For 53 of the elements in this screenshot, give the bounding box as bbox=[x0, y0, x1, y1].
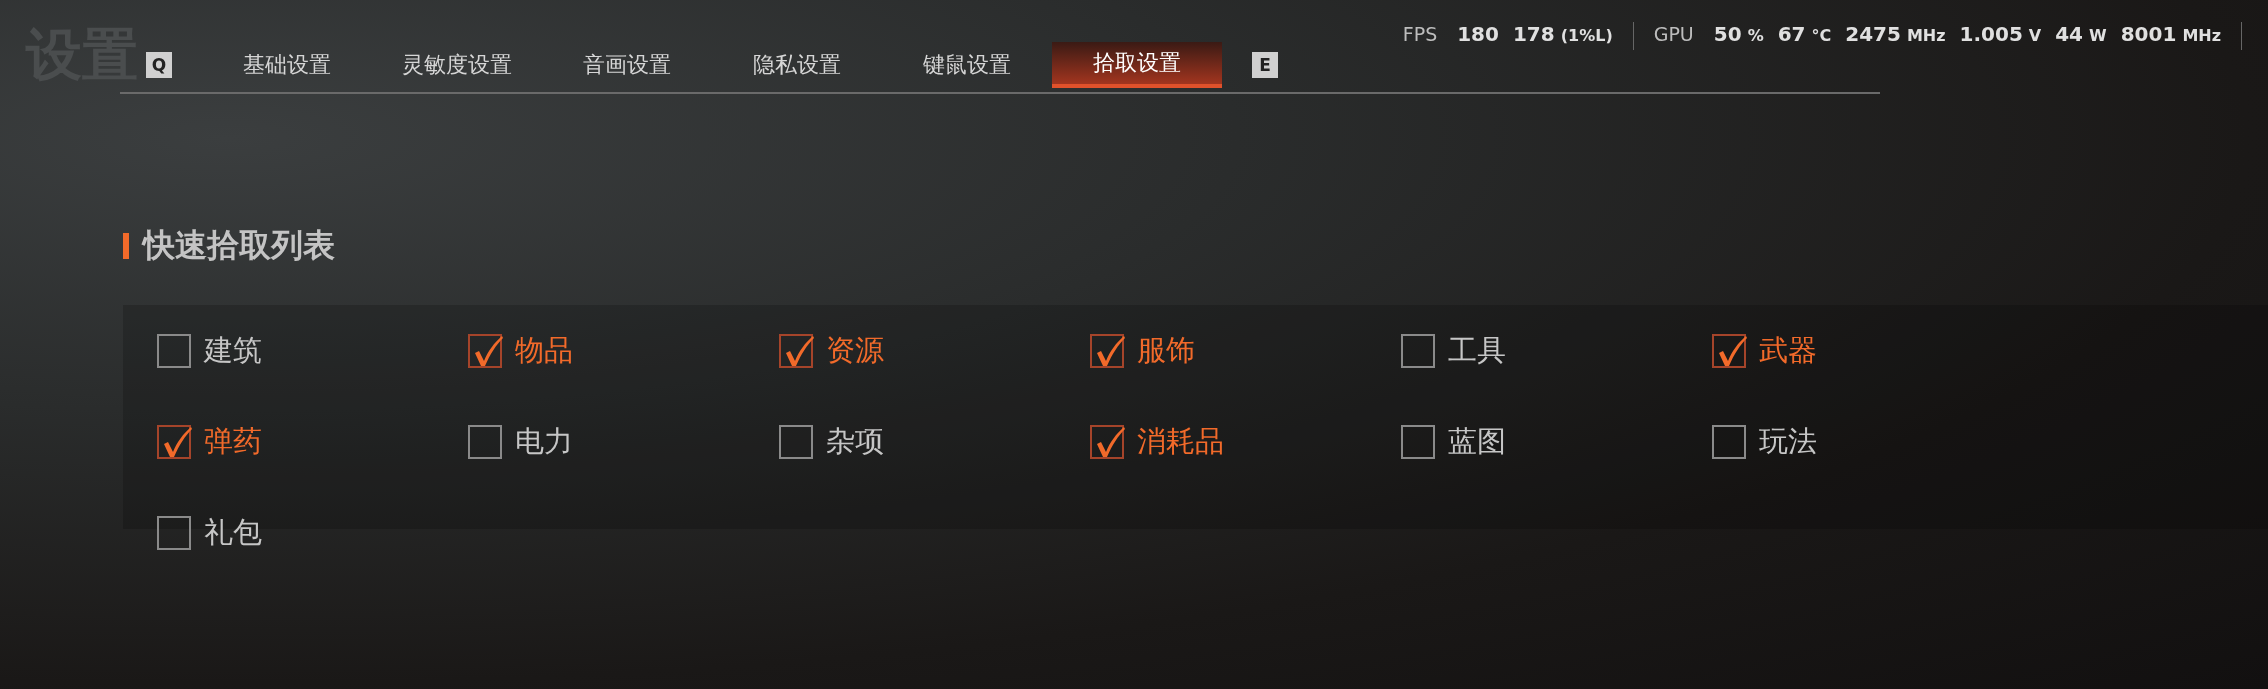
checkbox-label: 工具 bbox=[1448, 332, 1506, 369]
gpu-unit: °C bbox=[1811, 26, 1832, 45]
checkbox-label: 物品 bbox=[515, 332, 573, 369]
gpu-unit: MHz bbox=[2182, 26, 2221, 45]
checkbox[interactable] bbox=[468, 334, 502, 368]
fps-value: 178 bbox=[1512, 22, 1555, 46]
checkbox[interactable] bbox=[157, 425, 191, 459]
gpu-value: 50 bbox=[1713, 22, 1742, 46]
gpu-value: 2475 bbox=[1845, 22, 1901, 46]
tab[interactable]: 音画设置 bbox=[542, 42, 712, 88]
gpu-value: 1.005 bbox=[1959, 22, 2023, 46]
checkbox[interactable] bbox=[1401, 334, 1435, 368]
key-hint: E bbox=[1252, 52, 1278, 78]
checkbox[interactable] bbox=[1090, 334, 1124, 368]
tab[interactable]: 隐私设置 bbox=[712, 42, 882, 88]
checkbox-label: 武器 bbox=[1759, 332, 1817, 369]
checkbox[interactable] bbox=[1712, 334, 1746, 368]
gpu-value: 44 bbox=[2055, 22, 2084, 46]
checkbox-label: 资源 bbox=[826, 332, 884, 369]
checkbox[interactable] bbox=[779, 425, 813, 459]
checkbox[interactable] bbox=[1090, 425, 1124, 459]
gpu-label: GPU bbox=[1653, 23, 1694, 45]
tab[interactable]: 键鼠设置 bbox=[882, 42, 1052, 88]
gpu-value: 8001 bbox=[2120, 22, 2177, 46]
gpu-value: 67 bbox=[1777, 22, 1806, 46]
gpu-unit: MHz bbox=[1906, 26, 1946, 45]
checkbox-label: 玩法 bbox=[1759, 423, 1817, 460]
checkbox[interactable] bbox=[1401, 425, 1435, 459]
key-hint: Q bbox=[146, 52, 172, 78]
checkbox[interactable] bbox=[1712, 425, 1746, 459]
checkbox[interactable] bbox=[157, 334, 191, 368]
tab[interactable]: 基础设置 bbox=[202, 42, 372, 88]
checkbox-label: 服饰 bbox=[1137, 332, 1195, 369]
heading-bar bbox=[123, 233, 129, 259]
tab[interactable]: 灵敏度设置 bbox=[372, 42, 542, 88]
fps-label: FPS bbox=[1402, 23, 1438, 45]
gpu-unit: W bbox=[2089, 26, 2107, 45]
tab[interactable]: 拾取设置 bbox=[1052, 42, 1222, 88]
fps-note: (1%L) bbox=[1560, 26, 1613, 45]
checkbox-label: 礼包 bbox=[204, 514, 262, 551]
checkbox[interactable] bbox=[468, 425, 502, 459]
checkbox-label: 杂项 bbox=[826, 423, 884, 460]
checkbox-label: 消耗品 bbox=[1137, 423, 1224, 460]
checkbox-label: 电力 bbox=[515, 423, 573, 460]
gpu-unit: V bbox=[2028, 26, 2042, 45]
checkbox-label: 弹药 bbox=[204, 423, 262, 460]
checkbox-label: 建筑 bbox=[204, 332, 262, 369]
checkbox[interactable] bbox=[779, 334, 813, 368]
checkbox[interactable] bbox=[157, 516, 191, 550]
fps-value: 180 bbox=[1457, 22, 1499, 46]
gpu-unit: % bbox=[1747, 26, 1764, 45]
section-heading: 快速拾取列表 bbox=[143, 225, 335, 266]
checkbox-label: 蓝图 bbox=[1448, 423, 1506, 460]
